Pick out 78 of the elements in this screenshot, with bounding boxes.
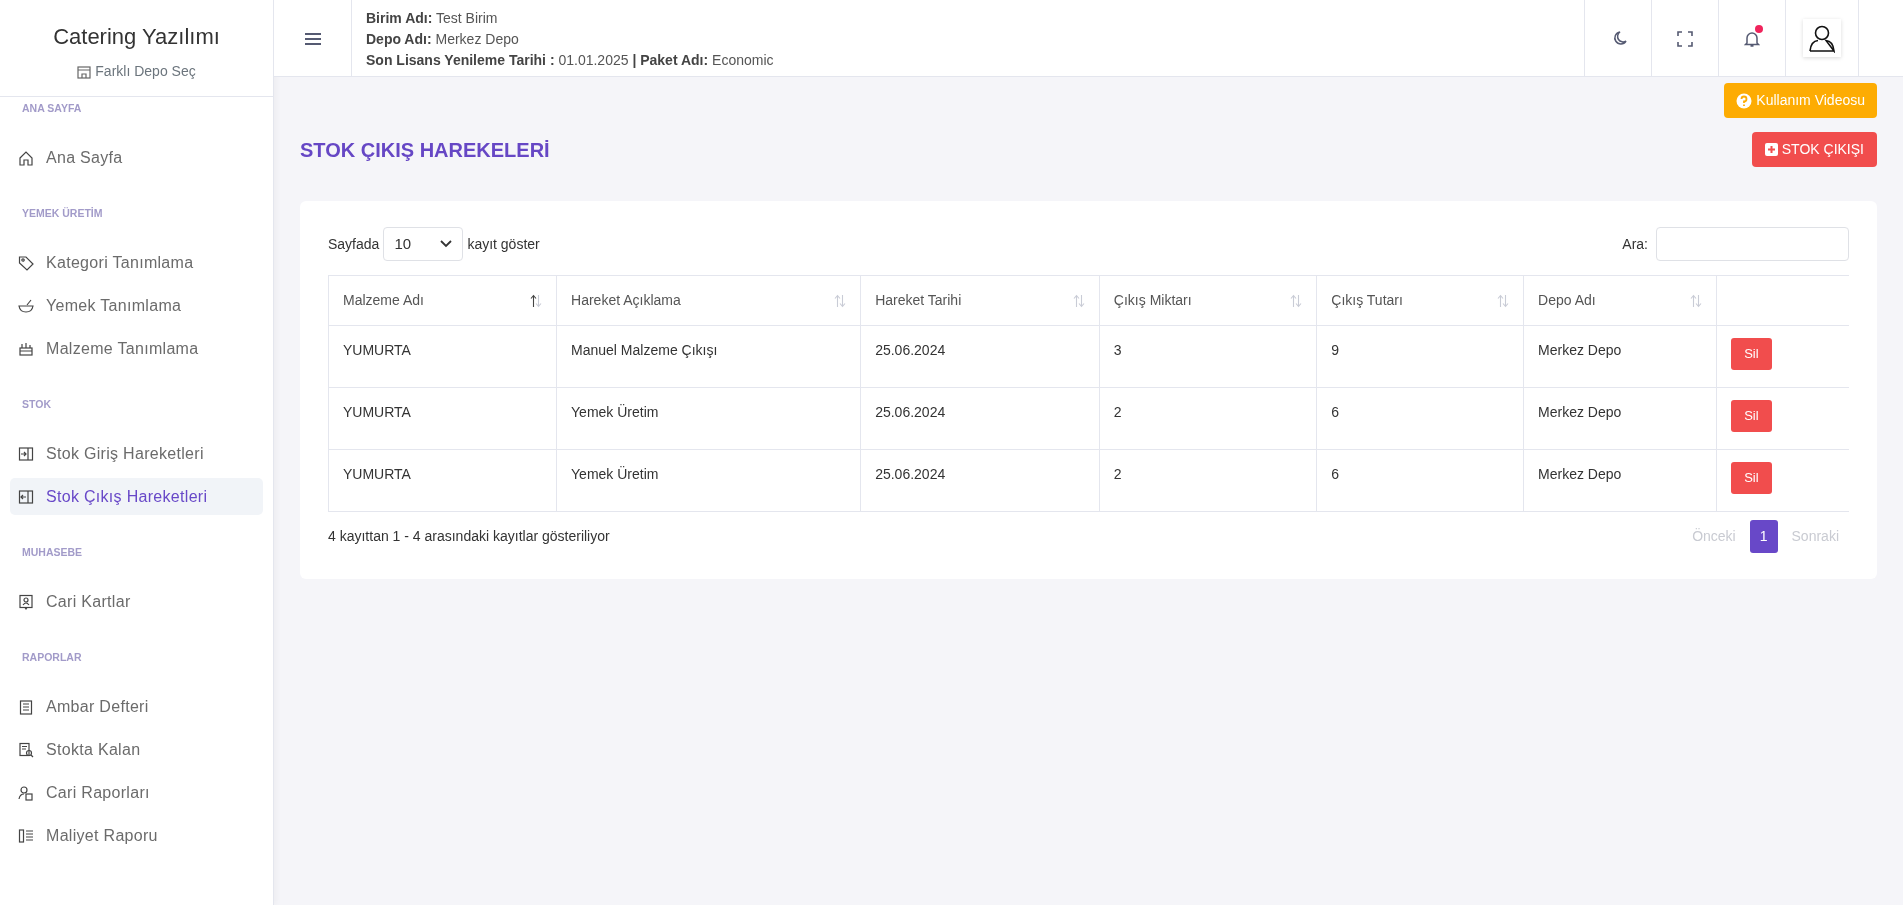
sign-in-icon <box>18 445 34 462</box>
plus-square-icon <box>1764 143 1778 156</box>
delete-button[interactable]: Sil <box>1731 338 1772 370</box>
table-cell: 6 <box>1316 449 1524 512</box>
table-cell: Yemek Üretim <box>556 387 861 450</box>
sign-out-icon <box>18 488 34 505</box>
sidebar-item[interactable]: Stok Giriş Hareketleri <box>10 435 263 472</box>
sort-arrows-icon[interactable] <box>530 293 543 308</box>
pagination-link[interactable]: 1 <box>1749 520 1778 553</box>
user-avatar[interactable] <box>1803 19 1841 57</box>
sidebar-item[interactable]: Cari Kartlar <box>10 583 263 620</box>
column-header[interactable]: Depo Adı <box>1538 290 1596 311</box>
sidebar-item[interactable]: Ambar Defteri <box>10 688 263 725</box>
sidebar-item[interactable]: Stokta Kalan <box>10 731 263 768</box>
chevron-down-icon <box>440 240 453 248</box>
question-icon <box>1736 92 1753 109</box>
header-info-line: Depo Adı: Merkez Depo <box>366 30 520 49</box>
home-icon <box>18 149 34 166</box>
column-header[interactable]: Hareket Tarihi <box>875 290 962 311</box>
table-cell: 2 <box>1099 387 1317 450</box>
column-header[interactable]: Çıkış Miktarı <box>1113 290 1192 311</box>
table-cell: 3 <box>1099 325 1317 388</box>
table-cell: 25.06.2024 <box>860 325 1100 388</box>
length-label: Sayfada <box>328 234 380 254</box>
basket-icon <box>18 340 34 357</box>
table-cell: YUMURTA <box>328 387 557 450</box>
section-heading: RAPORLAR <box>21 650 83 665</box>
fullscreen-icon[interactable] <box>1677 30 1693 47</box>
list-icon <box>18 827 34 844</box>
table-cell: Merkez Depo <box>1523 325 1717 388</box>
sidebar-item[interactable]: Yemek Tanımlama <box>10 287 263 324</box>
table-cell: YUMURTA <box>328 325 557 388</box>
sidebar-item[interactable]: Maliyet Raporu <box>10 817 263 854</box>
table-cell: YUMURTA <box>328 449 557 512</box>
page-length-select[interactable]: 10 <box>383 227 464 261</box>
sidebar-item[interactable]: Stok Çıkış Hareketleri <box>10 478 263 515</box>
header-info-line: Birim Adı: Test Birim <box>366 9 499 28</box>
user-report-icon <box>18 784 34 801</box>
document-search-icon <box>18 741 34 758</box>
tag-icon <box>18 254 34 271</box>
table-info: 4 kayıttan 1 - 4 arasındaki kayıtlar gösteriliyor <box>328 527 610 546</box>
search-label: Ara: <box>1622 234 1648 254</box>
table-cell: Yemek Üretim <box>556 449 861 512</box>
column-header[interactable]: Çıkış Tutarı <box>1331 290 1403 311</box>
person-silhouette-icon <box>1807 23 1837 53</box>
column-header[interactable]: Hareket Açıklama <box>571 290 681 311</box>
sidebar-item[interactable]: Cari Raporları <box>10 774 263 811</box>
brand-title: Catering Yazılımı <box>53 23 220 51</box>
table-cell: 25.06.2024 <box>860 449 1100 512</box>
column-header[interactable]: Malzeme Adı <box>343 290 424 311</box>
section-heading: ANA SAYFA <box>21 101 83 116</box>
table-cell: Merkez Depo <box>1523 449 1717 512</box>
table-cell: 6 <box>1316 387 1524 450</box>
table-cell: 9 <box>1316 325 1524 388</box>
section-heading: STOK <box>21 397 52 412</box>
add-stock-exit-button[interactable]: STOK ÇIKIŞI <box>1751 132 1877 167</box>
table-cell: 25.06.2024 <box>860 387 1100 450</box>
building-icon <box>77 64 92 79</box>
sidebar-item[interactable]: Kategori Tanımlama <box>10 244 263 281</box>
clipboard-icon <box>18 698 34 715</box>
depot-link[interactable]: Farklı Depo Seç <box>77 61 196 82</box>
section-heading: MUHASEBE <box>21 545 84 560</box>
sidebar-item[interactable]: Ana Sayfa <box>10 139 263 176</box>
table-cell: 2 <box>1099 449 1317 512</box>
delete-button[interactable]: Sil <box>1731 400 1772 432</box>
length-label: kayıt göster <box>467 234 540 254</box>
table-cell: Manuel Malzeme Çıkışı <box>556 325 861 388</box>
delete-button[interactable]: Sil <box>1731 462 1772 494</box>
bowl-icon <box>18 297 34 314</box>
sidebar-item[interactable]: Malzeme Tanımlama <box>10 330 263 367</box>
contact-card-icon <box>18 593 34 610</box>
bell-icon[interactable] <box>1744 30 1760 47</box>
page-title: STOK ÇIKIŞ HAREKELERİ <box>300 137 550 162</box>
section-heading: YEMEK ÜRETİM <box>21 206 104 221</box>
table-cell: Merkez Depo <box>1523 387 1717 450</box>
search-field[interactable] <box>1656 227 1849 261</box>
menu-icon[interactable] <box>303 31 322 46</box>
header-info-line: Son Lisans Yenileme Tarihi : 01.01.2025 | Paket Adı: Economic <box>366 51 775 70</box>
